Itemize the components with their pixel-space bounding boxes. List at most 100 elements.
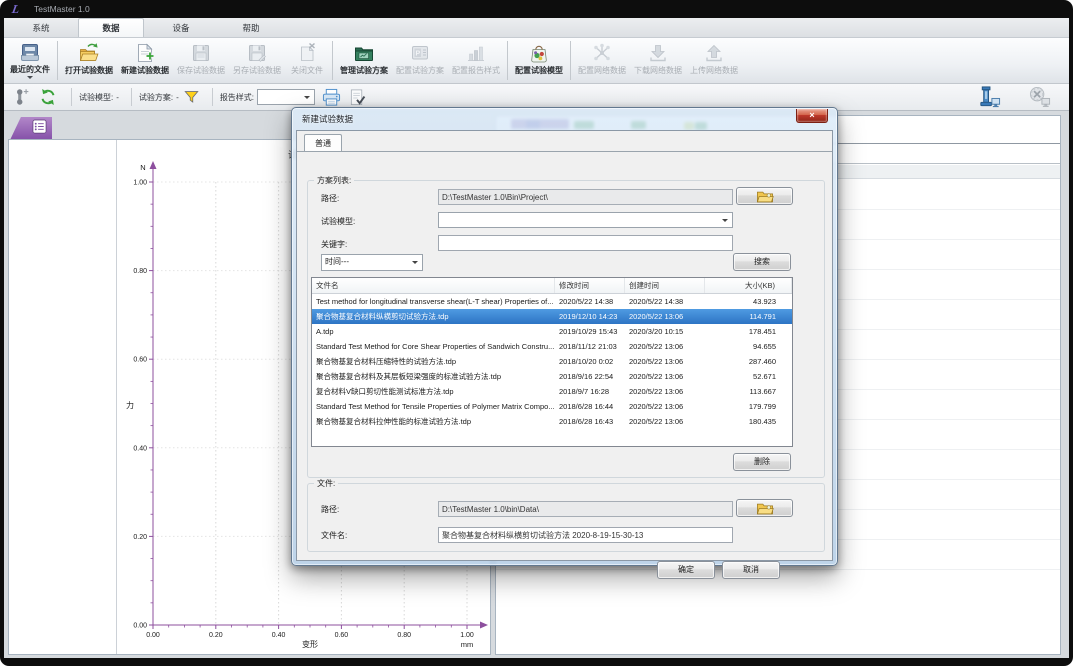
created-time-cell: 2020/5/22 13:06 [625,354,705,369]
ribbon-button-label: 下载网络数据 [634,65,682,76]
table-row[interactable]: 复合材料V缺口剪切性能测试标准方法.tdp2018/9/7 16:282020/… [312,384,792,399]
file-path-label: 路径: [321,504,339,515]
svg-text:0.80: 0.80 [397,632,411,639]
offline-status-icon[interactable] [1027,86,1053,109]
plan-model-select[interactable] [438,212,733,228]
modified-time-cell: 2018/10/20 0:02 [555,354,625,369]
ok-button[interactable]: 确定 [657,561,715,579]
dialog-client: 普通 方案列表: 路径: 试验模型: 关键字: 时间--- 搜索 文件名修改时间… [296,130,833,561]
svg-text:0.20: 0.20 [133,534,147,541]
save-data-button: 保存试验数据 [173,39,229,82]
new-data-button[interactable]: 新建试验数据 [117,39,173,82]
size-cell: 178.451 [705,324,792,339]
configure-plan-icon: P [409,41,431,64]
report-style-icon [465,41,487,64]
table-row[interactable]: 聚合物基复合材料纵横剪切试验方法.tdp2019/12/10 14:232020… [312,309,792,324]
app-window: L TestMaster 1.0 系统 数据 设备 帮助 最近的文件 打开试验数据… [0,0,1073,666]
model-bag-button[interactable]: 配置试验模型 [511,39,567,82]
toolbar-separator [71,88,72,106]
dialog-close-button[interactable]: × [796,109,828,123]
svg-text:0.60: 0.60 [335,632,349,639]
upload-button: 上传网络数据 [686,39,742,82]
machine-status-icon[interactable] [975,85,1003,110]
file-name-cell: Test method for longitudinal transverse … [312,294,555,309]
menu-tab-help[interactable]: 帮助 [218,18,284,37]
table-row[interactable]: 聚合物基复合材料拉伸性能的标准试验方法.tdp2018/6/28 16:4320… [312,414,792,429]
dialog-title[interactable]: 新建试验数据 [302,113,353,125]
file-name-cell: 聚合物基复合材料拉伸性能的标准试验方法.tdp [312,414,555,429]
menu-tab-system[interactable]: 系统 [8,18,74,37]
chevron-down-icon [27,76,33,82]
plan-path-input[interactable] [438,189,733,205]
table-row[interactable]: A.tdp2019/10/29 15:432020/3/20 10:15178.… [312,324,792,339]
modified-time-cell: 2020/5/22 14:38 [555,294,625,309]
cancel-button[interactable]: 取消 [722,561,780,579]
ribbon-button-label: 最近的文件 [10,64,50,75]
test-model-label: 试验模型: [79,92,113,103]
ribbon-button-label: 上传网络数据 [690,65,738,76]
delete-button[interactable]: 删除 [733,453,791,471]
open-data-button[interactable]: 打开试验数据 [61,39,117,82]
ribbon-button-label: 打开试验数据 [65,65,113,76]
keyword-input[interactable] [438,235,733,251]
created-time-cell: 2020/3/20 10:15 [625,324,705,339]
new-data-icon [134,41,156,64]
close-file-button: 关闭文件 [285,39,329,82]
ribbon-separator [507,41,508,80]
dialog-tab-general[interactable]: 普通 [304,134,342,152]
file-name-cell: 聚合物基复合材料压缩特性的试验方法.tdp [312,354,555,369]
svg-text:变形: 变形 [302,639,318,649]
table-row[interactable]: Standard Test Method for Core Shear Prop… [312,339,792,354]
table-column-header[interactable]: 创建时间 [625,278,705,293]
table-row[interactable]: 聚合物基复合材料及其层板短梁强度的标准试验方法.tdp2018/9/16 22:… [312,369,792,384]
table-header-row: 文件名修改时间创建时间大小(KB) [312,278,792,294]
toolbar-separator [131,88,132,106]
dialog-tab-page: 方案列表: 路径: 试验模型: 关键字: 时间--- 搜索 文件名修改时间创建时… [298,152,831,559]
file-name-cell: 复合材料V缺口剪切性能测试标准方法.tdp [312,384,555,399]
modified-time-cell: 2018/9/16 22:54 [555,369,625,384]
open-data-icon [78,41,100,64]
plan-path-browse-button[interactable] [736,187,793,205]
file-path-input[interactable] [438,501,733,517]
network-button: 配置网络数据 [574,39,630,82]
report-check-icon[interactable] [348,88,367,107]
ribbon-separator [570,41,571,80]
search-button[interactable]: 搜索 [733,253,791,271]
report-style-select[interactable] [257,89,315,105]
clamp-add-icon [12,86,32,108]
svg-text:1.00: 1.00 [133,180,147,187]
svg-text:力: 力 [126,400,134,410]
title-bar[interactable]: L TestMaster 1.0 [4,0,1069,18]
size-cell: 94.655 [705,339,792,354]
table-row[interactable]: 聚合物基复合材料压缩特性的试验方法.tdp2018/10/20 0:022020… [312,354,792,369]
svg-text:0.00: 0.00 [133,623,147,630]
ribbon-button-label: 另存试验数据 [233,65,281,76]
file-group-label: 文件: [314,478,338,489]
created-time-cell: 2020/5/22 13:06 [625,309,705,324]
document-tab[interactable] [10,117,52,140]
ribbon-button-label: 配置试验模型 [515,65,563,76]
upload-icon [703,41,725,64]
time-filter-select[interactable]: 时间--- [321,254,423,271]
recent-files-button[interactable]: 最近的文件 [6,39,54,82]
svg-text:1.00: 1.00 [460,632,474,639]
filter-funnel-icon[interactable] [184,90,199,104]
table-column-header[interactable]: 文件名 [312,278,555,293]
save-data-icon [190,41,212,64]
file-path-browse-button[interactable] [736,499,793,517]
file-name-input[interactable] [438,527,733,543]
ribbon-separator [332,41,333,80]
table-row[interactable]: Standard Test Method for Tensile Propert… [312,399,792,414]
table-row[interactable]: Test method for longitudinal transverse … [312,294,792,309]
file-name-cell: A.tdp [312,324,555,339]
refresh-icon[interactable] [38,86,58,108]
table-column-header[interactable]: 修改时间 [555,278,625,293]
printer-icon[interactable] [321,88,342,107]
file-name-cell: Standard Test Method for Tensile Propert… [312,399,555,414]
table-column-header[interactable]: 大小(KB) [705,278,792,293]
svg-text:0.20: 0.20 [209,632,223,639]
panel-divider[interactable] [116,140,117,654]
menu-tab-data[interactable]: 数据 [78,18,144,37]
menu-tab-device[interactable]: 设备 [148,18,214,37]
manage-plan-button[interactable]: 管理试验方案 [336,39,392,82]
